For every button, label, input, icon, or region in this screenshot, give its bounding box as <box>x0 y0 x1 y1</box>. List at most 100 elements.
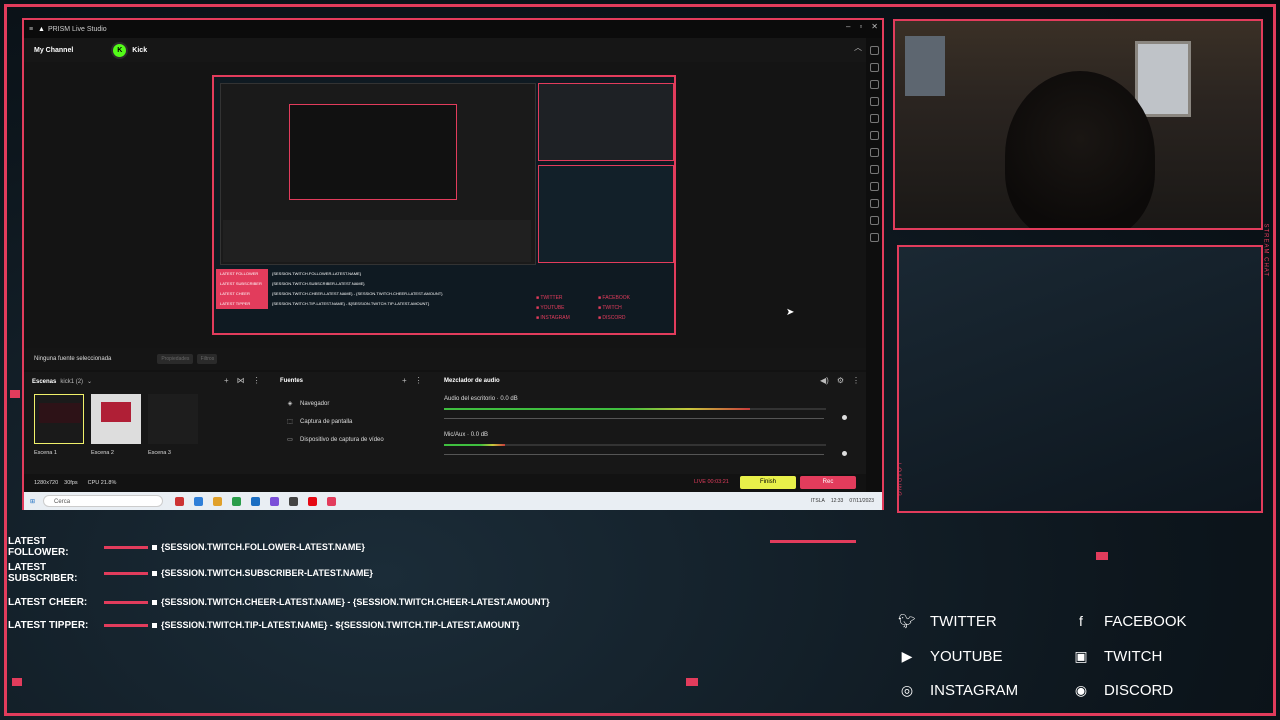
more-icon[interactable]: ⋮ <box>253 376 261 385</box>
tool-icon[interactable] <box>869 199 879 208</box>
taskbar-search[interactable]: Cerca <box>43 495 164 507</box>
add-scene-icon[interactable]: + <box>224 376 229 385</box>
tool-icon[interactable] <box>869 114 879 123</box>
mini-row-value: {SESSION.TWITCH.TIP-LATEST.NAME} - ${SES… <box>272 301 430 306</box>
prism-logo-icon: ▲ <box>38 25 45 33</box>
source-item[interactable]: ◈ Navegador <box>286 400 330 408</box>
screen-capture-icon: ⬚ <box>287 419 293 425</box>
netflix-icon[interactable] <box>308 496 318 506</box>
row-label: LATEST FOLLOWER: <box>8 536 69 558</box>
sources-panel: Fuentes + ⋮ ◈ Navegador ⬚ Captura de panta… <box>272 372 432 474</box>
channel-level: 0.0 dB <box>470 432 489 438</box>
more-icon[interactable]: ⋮ <box>415 376 423 385</box>
finish-button[interactable]: Finish <box>740 476 796 489</box>
app-title: PRISM Live Studio <box>47 25 107 33</box>
webcam-feed <box>893 19 1263 230</box>
transition-icon[interactable]: ⋈ <box>237 376 245 385</box>
row-label: LATEST TIPPER: <box>8 619 89 631</box>
tool-icon[interactable] <box>869 216 879 225</box>
title-bar: ≡ ▲ PRISM Live Studio – ▫ ✕ <box>24 20 882 38</box>
rec-button[interactable]: Rec <box>800 476 856 489</box>
tool-icon[interactable] <box>869 97 879 106</box>
mini-social: TWITCH <box>598 305 660 311</box>
source-label: Dispositivo de captura de vídeo <box>300 436 384 443</box>
tray-item[interactable]: ITSLA <box>811 498 825 504</box>
row-value: {SESSION.TWITCH.CHEER-LATEST.NAME} - {SE… <box>161 597 550 607</box>
channel-name: Mic/Aux <box>444 432 466 438</box>
prism-taskbar-icon[interactable] <box>327 496 337 506</box>
tool-icon[interactable] <box>869 80 879 89</box>
app-icon[interactable] <box>251 496 261 506</box>
tool-icon[interactable] <box>869 148 879 157</box>
scene-thumb-1[interactable] <box>34 394 84 444</box>
my-channel-tab[interactable]: My Channel <box>34 47 73 54</box>
latest-tipper-row: LATEST TIPPER: {SESSION.TWITCH.TIP-LATES… <box>8 618 520 632</box>
tool-icon[interactable] <box>869 233 879 242</box>
close-icon[interactable]: ✕ <box>871 22 878 31</box>
tool-icon[interactable] <box>869 63 879 72</box>
social-facebook: f FACEBOOK <box>1066 608 1186 634</box>
collapse-chevron-icon[interactable]: ︿ <box>854 42 862 53</box>
gear-icon[interactable]: ⚙ <box>837 376 844 385</box>
latest-subscriber-row: LATEST SUBSCRIBER: {SESSION.TWITCH.SUBSC… <box>8 562 373 584</box>
mini-row-label: LATEST CHEER <box>216 289 268 299</box>
deco-block <box>1096 552 1108 560</box>
system-tray: ITSLA 12:33 07/11/2023 <box>811 498 874 504</box>
row-label: LATEST SUBSCRIBER: <box>8 562 78 584</box>
app-icon[interactable] <box>213 496 223 506</box>
add-source-icon[interactable]: + <box>402 376 407 385</box>
kick-channel[interactable]: K Kick <box>111 41 147 59</box>
preview-canvas[interactable]: LATEST FOLLOWER {SESSION.TWITCH.FOLLOWER-… <box>24 62 866 362</box>
social-label: DISCORD <box>1104 681 1174 699</box>
mixer-title: Mezclador de audio <box>444 378 500 384</box>
volume-slider[interactable] <box>444 418 824 419</box>
preview-scene[interactable]: LATEST FOLLOWER {SESSION.TWITCH.FOLLOWER-… <box>212 75 676 335</box>
background-shelf <box>905 36 945 96</box>
mini-row-label: LATEST FOLLOWER <box>216 269 268 279</box>
social-label: YOUTUBE <box>930 647 1003 665</box>
volume-icon[interactable]: ◀) <box>820 376 829 385</box>
scene-collection-select[interactable]: kick1 (2) <box>60 379 83 385</box>
chevron-down-icon[interactable]: ⌄ <box>87 378 92 385</box>
windows-start-icon[interactable]: ⊞ <box>30 498 35 505</box>
tool-icon[interactable] <box>869 165 879 174</box>
volume-slider-knob[interactable] <box>842 451 847 456</box>
minimize-icon[interactable]: – <box>846 22 850 31</box>
background-poster <box>1135 41 1191 117</box>
more-icon[interactable]: ⋮ <box>852 376 860 385</box>
channel-name: Audio del escritorio <box>444 396 496 402</box>
chat-loading: LOADING... <box>895 463 901 506</box>
hamburger-menu-icon[interactable]: ≡ <box>24 26 38 33</box>
channel-level: 0.0 dB <box>500 396 518 402</box>
scene-thumb-2[interactable] <box>91 394 141 444</box>
social-label: INSTAGRAM <box>930 681 1019 699</box>
filters-button[interactable]: Filtros <box>197 354 218 364</box>
source-item[interactable]: ▭ Dispositivo de captura de vídeo <box>286 436 384 444</box>
deco-line <box>770 540 856 543</box>
tool-icon[interactable] <box>869 182 879 191</box>
app-icon[interactable] <box>232 496 242 506</box>
tool-icon[interactable] <box>869 46 879 55</box>
source-item[interactable]: ⬚ Captura de pantalla <box>286 418 352 426</box>
app-icon[interactable] <box>289 496 299 506</box>
social-twitch: ▣ TWITCH <box>1066 643 1162 669</box>
volume-slider-knob[interactable] <box>842 415 847 420</box>
app-icon[interactable] <box>270 496 280 506</box>
maximize-icon[interactable]: ▫ <box>859 22 862 31</box>
scene-thumb-3[interactable] <box>148 394 198 444</box>
channel-bar: My Channel K Kick ︿ <box>24 38 882 62</box>
twitter-icon: 🐦︎ <box>898 612 916 629</box>
chat-title: STREAM CHAT <box>1263 223 1269 277</box>
status-bar: 1280x720 30fps CPU 21.8% LIVE 00:03:21 F… <box>24 474 866 492</box>
fps: 30fps <box>64 480 78 486</box>
scene-label: Escena 1 <box>34 450 57 456</box>
audio-meter <box>444 408 826 410</box>
camera-icon: ▭ <box>287 437 293 443</box>
app-icon[interactable] <box>175 496 185 506</box>
volume-slider[interactable] <box>444 454 824 455</box>
stream-chat-box: STREAM CHAT LOADING... <box>895 223 1269 513</box>
properties-button[interactable]: Propiedades <box>157 354 194 364</box>
tool-icon[interactable] <box>869 131 879 140</box>
mini-row-label: LATEST SUBSCRIBER <box>216 279 268 289</box>
app-icon[interactable] <box>194 496 204 506</box>
